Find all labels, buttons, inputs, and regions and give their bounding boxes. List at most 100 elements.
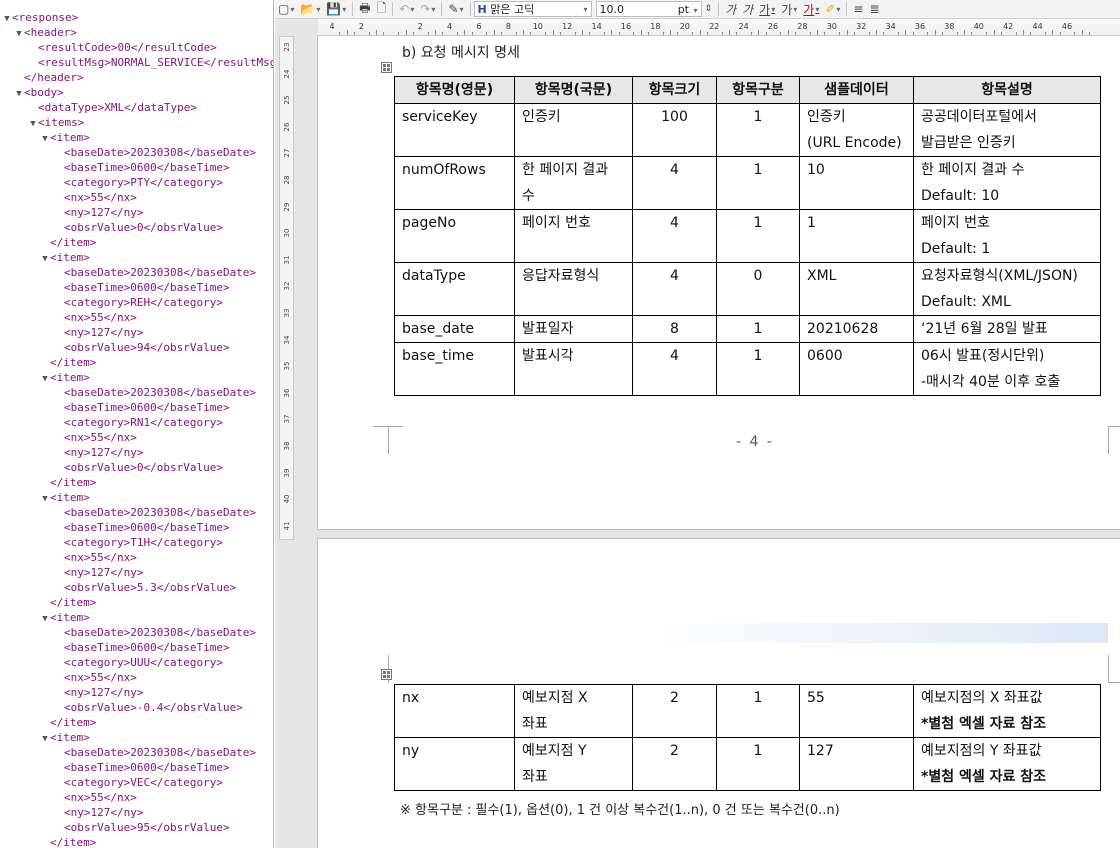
- cell-sample[interactable]: 0600: [799, 342, 914, 396]
- align-justify-button[interactable]: ≣: [866, 1, 882, 18]
- xml-tree-line[interactable]: ▼ <item>: [0, 490, 273, 505]
- xml-tree-line[interactable]: ▼ <item>: [0, 610, 273, 625]
- strike-char-button[interactable]: 가 ▾: [778, 1, 800, 18]
- cell-size[interactable]: 4: [632, 156, 717, 210]
- cell-size[interactable]: 2: [632, 737, 717, 791]
- bold-char-button[interactable]: 가: [722, 1, 739, 18]
- cell-description[interactable]: ‘21년 6월 28일 발표: [913, 315, 1101, 343]
- cell-en-name[interactable]: nx: [394, 684, 515, 738]
- cell-description[interactable]: 요청자료형식(XML/JSON) Default: XML: [913, 262, 1101, 316]
- cell-description[interactable]: 공공데이터포털에서 발급받은 인증키: [913, 103, 1101, 157]
- cell-ko-name[interactable]: 응답자료형식: [514, 262, 633, 316]
- ruler-number: 23: [283, 42, 291, 52]
- xml-tree-line: </item>: [0, 235, 273, 250]
- cell-description[interactable]: 예보지점의 Y 좌표값 *별첨 엑셀 자료 참조: [913, 737, 1101, 791]
- page-corner-mark: [1108, 655, 1120, 683]
- cell-ko-name[interactable]: 한 페이지 결과 수: [514, 156, 633, 210]
- column-header[interactable]: 항목크기: [632, 76, 717, 104]
- font-name-select[interactable]: H 맑은 고딕 ▾: [473, 1, 592, 17]
- cell-en-name[interactable]: pageNo: [394, 209, 515, 263]
- xml-tree-line[interactable]: ▼ <item>: [0, 250, 273, 265]
- table-row: base_date 발표일자 8 1 20210628 ‘21년 6월 28일 발표: [394, 315, 1101, 343]
- vertical-ruler[interactable]: 23 24 25 26 27 28 29 30 31 32 33 34 35 36 37 38 39 40 41: [279, 36, 294, 540]
- table-row: base_time 발표시각 4 1 0600 06시 발표(정시단위) -매시각 40분 …: [394, 342, 1101, 396]
- italic-char-button[interactable]: 가: [739, 1, 756, 18]
- xml-tree-line[interactable]: ▼ <item>: [0, 130, 273, 145]
- undo-button[interactable]: ↶ ▾: [396, 1, 417, 18]
- table-handle-icon[interactable]: [381, 669, 392, 680]
- cell-ko-name[interactable]: 페이지 번호: [514, 209, 633, 263]
- cell-en-name[interactable]: serviceKey: [394, 103, 515, 157]
- highlight-button[interactable]: ✐ ▾: [822, 1, 843, 18]
- redo-button[interactable]: ↷ ▾: [417, 1, 438, 18]
- ruler-tick: [427, 32, 429, 35]
- open-folder-button[interactable]: 📂 ▾: [297, 1, 323, 18]
- new-doc-button[interactable]: ▢ ▾: [275, 1, 297, 18]
- save-button[interactable]: 💾 ▾: [323, 1, 349, 18]
- cell-kind[interactable]: 1: [716, 684, 800, 738]
- cell-en-name[interactable]: base_time: [394, 342, 515, 396]
- cell-kind[interactable]: 1: [716, 315, 800, 343]
- cell-kind[interactable]: 0: [716, 262, 800, 316]
- ruler-tick: [633, 32, 635, 35]
- cell-kind[interactable]: 1: [716, 342, 800, 396]
- column-header[interactable]: 샘플데이터: [799, 76, 914, 104]
- align-left-button[interactable]: ≡: [850, 1, 866, 18]
- xml-tree-line[interactable]: ▼ <item>: [0, 730, 273, 745]
- cell-ko-name[interactable]: 발표일자: [514, 315, 633, 343]
- cell-kind[interactable]: 1: [716, 209, 800, 263]
- xml-tree-line[interactable]: ▼ <response>: [0, 10, 273, 25]
- cell-sample[interactable]: 인증키 (URL Encode): [799, 103, 914, 157]
- size-spin-button[interactable]: ⇕: [702, 1, 716, 18]
- cell-size[interactable]: 8: [632, 315, 717, 343]
- cell-description[interactable]: 06시 발표(정시단위) -매시각 40분 이후 호출: [913, 342, 1101, 396]
- style-brush-button[interactable]: ✎ ▾: [445, 1, 466, 18]
- font-color-button[interactable]: 가 ▾: [800, 1, 822, 18]
- cell-ko-name[interactable]: 예보지점 Y 좌표: [514, 737, 633, 791]
- cell-en-name[interactable]: ny: [394, 737, 515, 791]
- cell-ko-name[interactable]: 인증키: [514, 103, 633, 157]
- xml-tree-line[interactable]: ▼ <body>: [0, 85, 273, 100]
- table-handle-icon[interactable]: [381, 62, 392, 73]
- cell-sample[interactable]: 20210628: [799, 315, 914, 343]
- xml-tree-line[interactable]: ▼ <item>: [0, 370, 273, 385]
- cell-size[interactable]: 4: [632, 209, 717, 263]
- xml-ny: <ny>127</ny>: [64, 326, 144, 339]
- cell-en-name[interactable]: base_date: [394, 315, 515, 343]
- column-header[interactable]: 항목명(국문): [514, 76, 633, 104]
- cell-en-name[interactable]: dataType: [394, 262, 515, 316]
- cell-kind[interactable]: 1: [716, 737, 800, 791]
- cell-text-line: 응답자료형식: [522, 268, 600, 284]
- cell-kind[interactable]: 1: [716, 103, 800, 157]
- cell-size[interactable]: 100: [632, 103, 717, 157]
- request-spec-table-continued: nx 예보지점 X 좌표 2 1 55 예보지점의 X 좌표값 *별첨 엑셀 자료 참조 ny 예…: [394, 684, 1101, 791]
- cell-sample[interactable]: 127: [799, 737, 914, 791]
- cell-sample[interactable]: 10: [799, 156, 914, 210]
- cell-ko-name[interactable]: 발표시각: [514, 342, 633, 396]
- cell-description[interactable]: 페이지 번호 Default: 1: [913, 209, 1101, 263]
- column-header[interactable]: 항목명(영문): [394, 76, 515, 104]
- horizontal-ruler[interactable]: 4 2 2 4 6 8 10 12 14 16 18 20 22 24 26 28 30 32 34 36 38 40 42…: [318, 19, 1120, 36]
- cell-sample[interactable]: 55: [799, 684, 914, 738]
- xml-tree-line: <baseDate>20230308</baseDate>: [0, 625, 273, 640]
- cell-text-line: 요청자료형식(XML/JSON): [921, 268, 1078, 284]
- column-header[interactable]: 항목구분: [716, 76, 800, 104]
- cell-kind[interactable]: 1: [716, 156, 800, 210]
- cell-sample[interactable]: XML: [799, 262, 914, 316]
- cell-size[interactable]: 2: [632, 684, 717, 738]
- cell-sample[interactable]: 1: [799, 209, 914, 263]
- cell-en-name[interactable]: numOfRows: [394, 156, 515, 210]
- print-button[interactable]: 🖶: [356, 1, 373, 18]
- cell-size[interactable]: 4: [632, 342, 717, 396]
- cell-description[interactable]: 예보지점의 X 좌표값 *별첨 엑셀 자료 참조: [913, 684, 1101, 738]
- cell-ko-name[interactable]: 예보지점 X 좌표: [514, 684, 633, 738]
- cell-size[interactable]: 4: [632, 262, 717, 316]
- underline-char-button[interactable]: 가 ▾: [756, 1, 778, 18]
- column-header[interactable]: 항목설명: [913, 76, 1101, 104]
- cell-description[interactable]: 한 페이지 결과 수 Default: 10: [913, 156, 1101, 210]
- xml-item-open: <item>: [50, 371, 90, 384]
- xml-tree-line[interactable]: ▼ <header>: [0, 25, 273, 40]
- font-size-select[interactable]: 10.0 pt ▾: [595, 1, 702, 17]
- xml-tree-line[interactable]: ▼ <items>: [0, 115, 273, 130]
- preview-button[interactable]: 🗋: [374, 1, 390, 18]
